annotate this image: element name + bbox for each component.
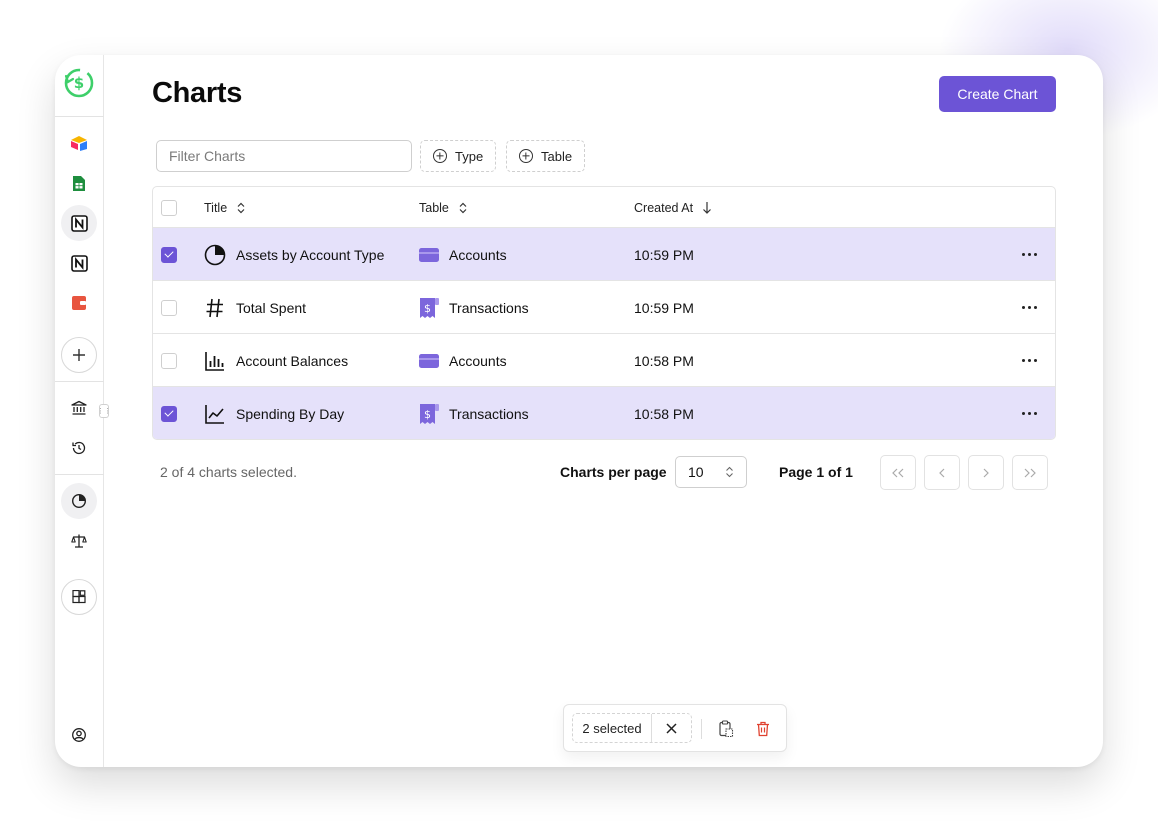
history-icon[interactable] (61, 430, 97, 466)
row-actions-button[interactable] (1022, 334, 1037, 387)
delete-button[interactable] (751, 717, 775, 741)
duplicate-button[interactable] (714, 717, 738, 741)
scale-icon[interactable] (61, 523, 97, 559)
svg-text:$: $ (74, 74, 84, 92)
wallet-app-icon[interactable] (61, 285, 97, 321)
created-time: 10:58 PM (634, 352, 694, 369)
sort-icon (459, 202, 467, 213)
selected-count-label: 2 selected (582, 720, 642, 736)
main-content: Charts Create Chart Type Table Title (152, 55, 1103, 767)
svg-text:$: $ (424, 408, 431, 421)
chevron-up-down-icon (726, 466, 733, 478)
created-at-column-header[interactable]: Created At (634, 187, 712, 228)
next-page-button[interactable] (968, 455, 1004, 490)
table-header: Title Table Created At (153, 187, 1055, 228)
chevrons-left-icon (892, 468, 904, 477)
per-page-select[interactable]: 10 (675, 456, 747, 488)
receipt-icon: $ (420, 403, 439, 424)
bulk-action-bar: 2 selected (563, 704, 787, 752)
page-title: Charts (152, 77, 243, 109)
previous-page-button[interactable] (924, 455, 960, 490)
title-column-header[interactable]: Title (204, 187, 246, 228)
chart-title: Account Balances (236, 352, 349, 369)
table-filter-button[interactable]: Table (506, 140, 586, 172)
row-actions-button[interactable] (1022, 387, 1037, 439)
trash-icon (757, 721, 769, 737)
first-page-button[interactable] (880, 455, 916, 490)
bar-chart-icon (205, 351, 224, 371)
clipboard-copy-icon (719, 720, 734, 738)
table-row[interactable]: Spending By Day $ Transactions 10:58 PM (153, 387, 1055, 439)
wallet-icon (419, 353, 439, 368)
row-checkbox[interactable] (161, 405, 177, 422)
per-page-value: 10 (688, 464, 704, 480)
spreadsheet-icon[interactable] (61, 165, 97, 201)
last-page-button[interactable] (1012, 455, 1048, 490)
wallet-icon (419, 247, 439, 262)
title-header-label: Title (204, 200, 228, 215)
pie-chart-icon (204, 244, 226, 265)
sidebar-resize-handle[interactable]: ⋮⋮ (97, 404, 111, 418)
notion-icon[interactable] (61, 205, 97, 241)
table-name: Transactions (449, 405, 529, 422)
row-checkbox[interactable] (161, 352, 177, 369)
app-logo-icon[interactable]: $ (61, 65, 97, 101)
page-indicator: Page 1 of 1 (779, 464, 853, 480)
created-time: 10:58 PM (634, 405, 694, 422)
table-row[interactable]: Total Spent $ Transactions 10:59 PM (153, 281, 1055, 334)
clear-selection-button[interactable] (652, 722, 691, 734)
table-name: Accounts (449, 246, 507, 263)
table-filter-label: Table (541, 148, 573, 164)
chart-title: Total Spent (236, 299, 307, 316)
line-chart-icon (205, 404, 224, 424)
charts-table: Title Table Created At Assets by Account… (152, 186, 1056, 440)
chevrons-right-icon (1024, 468, 1036, 477)
bank-icon[interactable] (61, 390, 97, 426)
row-checkbox[interactable] (161, 246, 177, 263)
notion-icon[interactable] (61, 245, 97, 281)
receipt-icon: $ (420, 297, 439, 318)
hash-icon (206, 298, 223, 317)
pie-chart-icon[interactable] (61, 483, 97, 519)
type-filter-label: Type (455, 148, 484, 164)
plus-circle-icon (519, 149, 533, 163)
row-actions-button[interactable] (1022, 228, 1037, 281)
table-column-header[interactable]: Table (419, 187, 468, 228)
plus-circle-icon (433, 149, 447, 163)
table-row[interactable]: Account Balances Accounts 10:58 PM (153, 334, 1055, 387)
chart-title: Assets by Account Type (236, 246, 385, 263)
table-name: Transactions (449, 299, 529, 316)
chevron-right-icon (983, 468, 989, 477)
create-chart-button[interactable]: Create Chart (939, 76, 1056, 112)
chart-title: Spending By Day (236, 405, 345, 422)
filter-charts-input[interactable] (156, 140, 412, 172)
table-row[interactable]: Assets by Account Type Accounts 10:59 PM (153, 228, 1055, 281)
airtable-icon[interactable] (61, 125, 97, 161)
table-header-label: Table (419, 200, 449, 215)
svg-text:$: $ (424, 302, 431, 315)
select-all-checkbox[interactable] (161, 199, 177, 216)
account-icon[interactable] (61, 717, 97, 753)
row-checkbox[interactable] (161, 299, 177, 316)
selection-count: 2 of 4 charts selected. (160, 464, 297, 480)
sort-icon (237, 202, 245, 213)
created-at-header-label: Created At (634, 200, 694, 215)
per-page-label: Charts per page (560, 464, 667, 480)
widgets-icon[interactable] (61, 579, 97, 615)
table-name: Accounts (449, 352, 507, 369)
add-source-button[interactable] (61, 337, 97, 373)
selected-count-chip: 2 selected (572, 713, 692, 743)
created-time: 10:59 PM (634, 246, 694, 263)
type-filter-button[interactable]: Type (420, 140, 497, 172)
app-window: $ ⋮⋮ Charts Create Chart Filter Charts T… (55, 55, 1103, 767)
row-actions-button[interactable] (1022, 281, 1037, 334)
arrow-down-icon (703, 202, 712, 214)
chevron-left-icon (939, 468, 945, 477)
created-time: 10:59 PM (634, 299, 694, 316)
close-icon (666, 722, 677, 734)
